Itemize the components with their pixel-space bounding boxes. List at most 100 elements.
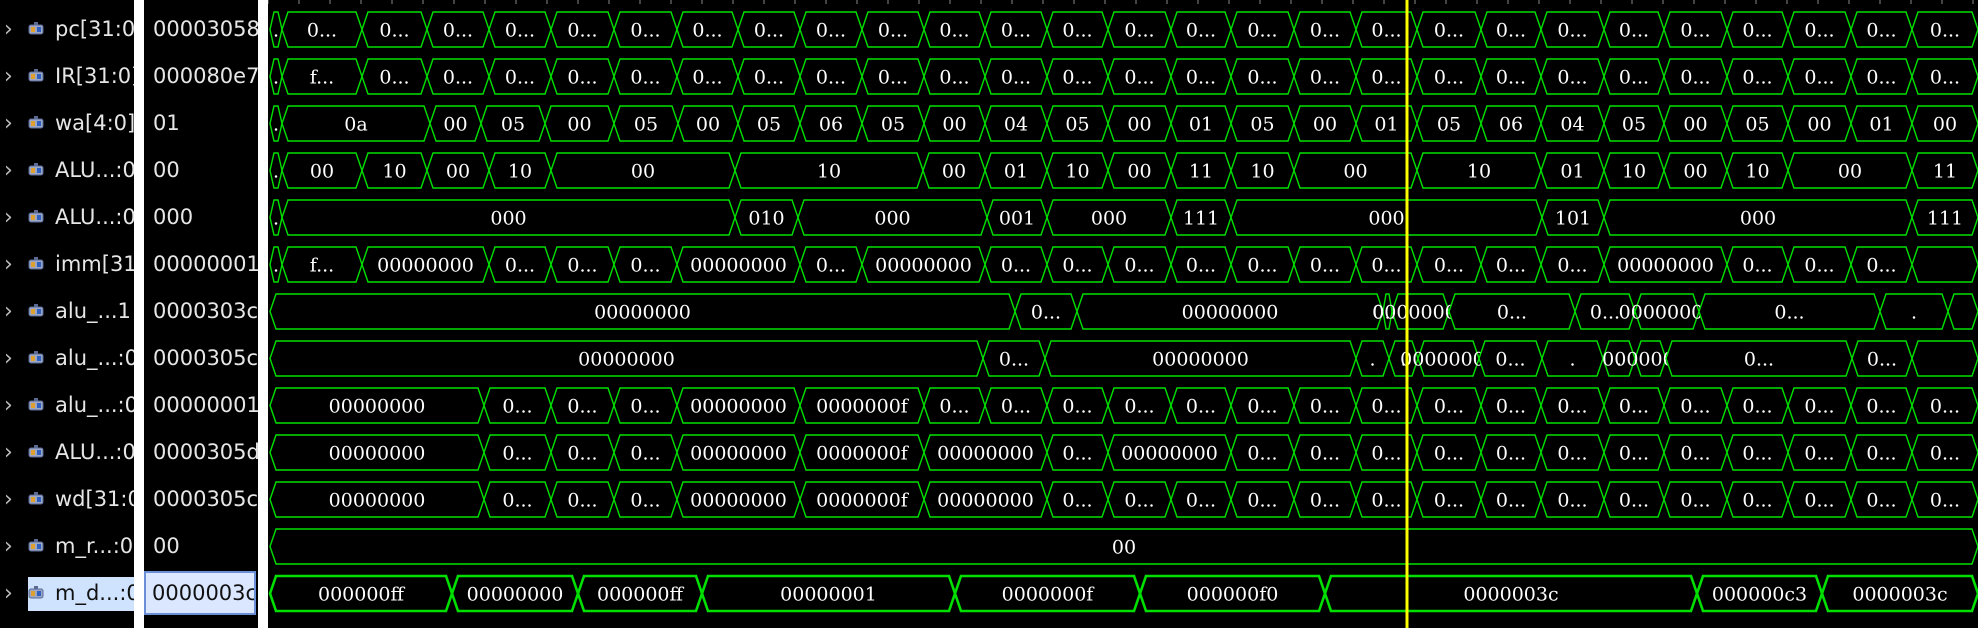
expand-chevron-icon[interactable]: › [4, 476, 13, 523]
expand-chevron-icon[interactable]: › [4, 6, 13, 53]
signal-name-row[interactable]: › alu_...1 [0, 288, 134, 335]
segment-value-label: 00000000 [377, 255, 474, 277]
signal-value-row[interactable]: 00 [144, 147, 267, 194]
signal-value-row[interactable]: 0000303c [144, 288, 267, 335]
signal-value-row[interactable]: 00000001 [144, 241, 267, 288]
segment-value-label: 0... [1001, 255, 1031, 277]
segment-value-label: 0... [1557, 396, 1587, 418]
expand-chevron-icon[interactable]: › [4, 194, 13, 241]
segment-value-label: 0... [1310, 255, 1340, 277]
expand-chevron-icon[interactable]: › [4, 288, 13, 335]
signal-value-row[interactable]: 0000305d [144, 429, 267, 476]
segment-value-label: 0... [1247, 443, 1277, 465]
segment-value-label: 0... [505, 255, 535, 277]
segment-value-label: . [273, 161, 279, 183]
segment-value-label: 00 [446, 161, 470, 183]
segment-value-label: 01 [1560, 161, 1584, 183]
segment-value-label: 00 [1838, 161, 1862, 183]
signal-value-row[interactable]: 000 [144, 194, 267, 241]
expand-chevron-icon[interactable]: › [4, 335, 13, 382]
signal-name-row[interactable]: › ALU...:0 [0, 147, 136, 194]
segment-value-label: 0... [878, 67, 908, 89]
signal-value-row[interactable]: 0000305c [144, 335, 267, 382]
segment-value-label: 0... [1495, 349, 1525, 371]
signal-bus-icon [28, 210, 44, 223]
segment-value-label: 05 [1250, 114, 1274, 136]
segment-value-label: 04 [1004, 114, 1028, 136]
signal-name-row[interactable]: › IR[31:0] [0, 53, 139, 100]
segment-value-label: 0... [1866, 20, 1896, 42]
pane-divider[interactable] [258, 0, 268, 628]
waveform-canvas[interactable]: . 0... 0... 0... 0... 0... 0... 0... 0... 0... 0..… [268, 0, 1978, 628]
segment-value-label: 0... [630, 490, 660, 512]
segment-value-label: 0... [816, 255, 846, 277]
signal-name: m_r...:0 [55, 534, 134, 558]
segment-value-label: . [273, 67, 279, 89]
signal-value-row[interactable]: 0000003c [144, 570, 258, 617]
segment-value-label: 00000000 [329, 396, 426, 418]
segment-value-label: 0000000f [816, 490, 910, 512]
signal-name: ALU...:0 [55, 440, 136, 464]
signal-name-row[interactable]: › wa[4:0] [0, 100, 135, 147]
segment-value-label: 0... [1742, 67, 1772, 89]
segment-value-label: 0... [1680, 396, 1710, 418]
segment-value-label: 0... [1124, 255, 1154, 277]
signal-name-row[interactable]: › alu_...:0 [0, 382, 138, 429]
segment-value-label: 001 [999, 208, 1035, 230]
segment-value-label: 05 [1065, 114, 1089, 136]
segment-value-label: 00 [443, 114, 467, 136]
signal-name-row[interactable]: › ALU...:0 [0, 429, 136, 476]
segment-value-label: 00 [310, 161, 334, 183]
segment-value-label: 0... [1680, 67, 1710, 89]
segment-value-label: 0000003c [1463, 584, 1558, 606]
expand-chevron-icon[interactable]: › [4, 53, 13, 100]
segment-value-label: 0... [443, 20, 473, 42]
segment-value-label: 00000000 [1121, 443, 1218, 465]
signal-value-row[interactable]: 01 [144, 100, 267, 147]
signal-name-row[interactable]: › pc[31:0 [0, 6, 135, 53]
signal-value-row[interactable]: 0000305c [144, 476, 267, 523]
waveform-pane[interactable]: . 0... 0... 0... 0... 0... 0... 0... 0... 0... 0..… [268, 0, 1978, 628]
signal-value-row[interactable]: 00000001 [144, 382, 267, 429]
segment-value-label: 0... [1744, 349, 1774, 371]
segment-value-label: 04 [1560, 114, 1584, 136]
segment-value-label: 00000000 [1617, 255, 1714, 277]
signal-name-row[interactable]: › ALU...:0 [0, 194, 136, 241]
segment-value-label: 0... [1186, 396, 1216, 418]
segment-value-label: 0... [1310, 67, 1340, 89]
expand-chevron-icon[interactable]: › [4, 523, 13, 570]
signal-value-row[interactable]: 00 [144, 523, 267, 570]
signal-name-row[interactable]: › imm[31 [0, 241, 137, 288]
segment-value-label: 0... [379, 20, 409, 42]
expand-chevron-icon[interactable]: › [4, 100, 13, 147]
signal-name-row[interactable]: › m_d...:0 [0, 570, 140, 617]
signal-name-row[interactable]: › wd[31:0 [0, 476, 141, 523]
expand-chevron-icon[interactable]: › [4, 147, 13, 194]
signal-current-value: 0000003c [144, 571, 257, 615]
segment-value-label: 0... [1001, 20, 1031, 42]
signal-value-row[interactable]: 000080e7 [144, 53, 267, 100]
segment-value-label: 000 [490, 208, 526, 230]
pane-divider[interactable] [134, 0, 144, 628]
segment-value-label: 0... [1866, 67, 1896, 89]
signal-value-row[interactable]: 00003058 [144, 6, 267, 53]
segment-value-label: 0... [1371, 255, 1401, 277]
signal-name-row[interactable]: › m_r...:0 [0, 523, 134, 570]
segment-value-label: . [273, 208, 279, 230]
segment-value-label: 0... [1867, 349, 1897, 371]
segment-value-label: 0... [1001, 396, 1031, 418]
expand-chevron-icon[interactable]: › [4, 570, 13, 617]
segment-value-label: 0... [1062, 396, 1092, 418]
expand-chevron-icon[interactable]: › [4, 382, 13, 429]
signal-current-value: 0000305d [153, 440, 260, 464]
segment-value-label: 0... [1804, 67, 1834, 89]
segment-value-label: 0... [1557, 67, 1587, 89]
expand-chevron-icon[interactable]: › [4, 241, 13, 288]
segment-value-label: 0... [692, 67, 722, 89]
expand-chevron-icon[interactable]: › [4, 429, 13, 476]
signal-name-row[interactable]: › alu_...:0 [0, 335, 138, 382]
segment-value-label: 00000000 [937, 490, 1034, 512]
segment-value-label: 0... [1434, 443, 1464, 465]
segment-value-label: 0... [1186, 490, 1216, 512]
segment-value-label: 00000000 [329, 490, 426, 512]
